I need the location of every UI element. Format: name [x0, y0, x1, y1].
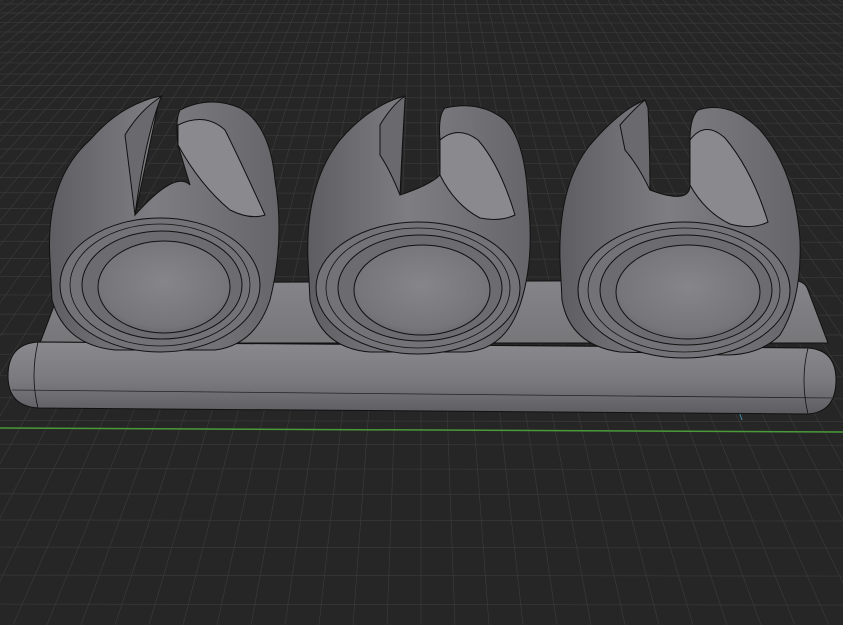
3d-viewport[interactable]	[0, 0, 843, 625]
x-axis-line	[0, 427, 843, 433]
cable-clip-3[interactable]	[559, 99, 801, 359]
cable-clip-1[interactable]	[49, 94, 280, 353]
